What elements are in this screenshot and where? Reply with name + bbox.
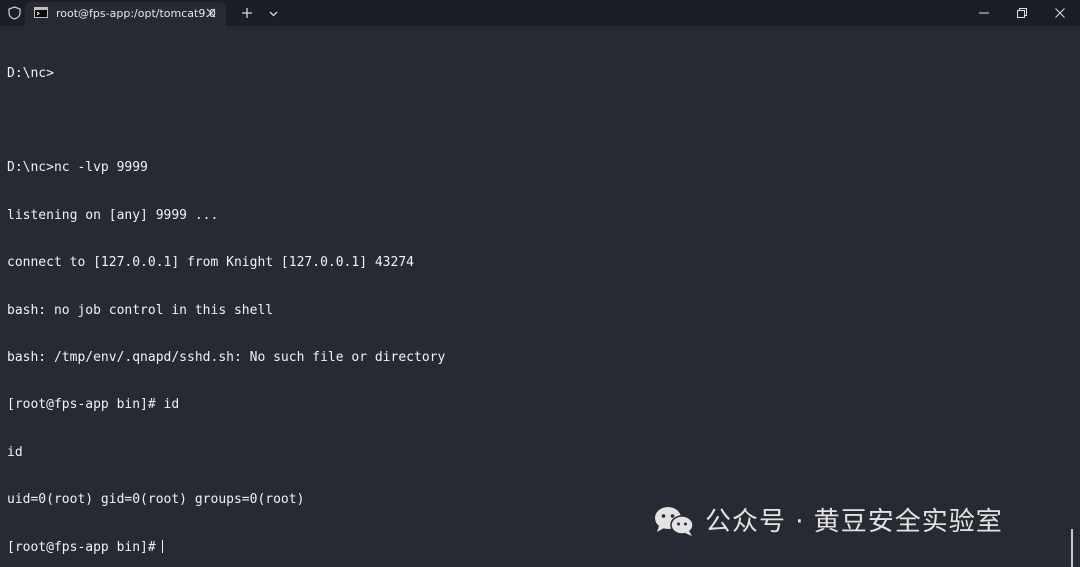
watermark: 公众号 · 黄豆安全实验室 [652,500,1052,544]
close-window-button[interactable] [1042,0,1078,26]
terminal-lines: D:\nc> D:\nc>nc -lvp 9999 listening on [… [7,34,445,567]
restore-icon [1017,8,1027,18]
minimize-button[interactable] [966,0,1002,26]
maximize-button[interactable] [1004,0,1040,26]
terminal-line: D:\nc>nc -lvp 9999 [7,160,148,176]
terminal-line: listening on [any] 9999 ... [7,207,219,223]
terminal-line: uid=0(root) gid=0(root) groups=0(root) [7,492,305,508]
terminal-line: connect to [127.0.0.1] from Knight [127.… [7,255,414,271]
shield-icon [8,6,21,20]
close-icon[interactable] [205,7,217,19]
title-bar: root@fps-app:/opt/tomcat9.0 [0,0,1080,26]
plus-icon[interactable] [240,6,254,20]
scrollbar[interactable] [1071,529,1073,567]
terminal-line: bash: /tmp/env/.qnapd/sshd.sh: No such f… [7,349,446,365]
terminal-window: root@fps-app:/opt/tomcat9.0 D:\nc> D:\nc… [0,0,1080,567]
close-icon [1055,8,1065,18]
minimize-icon [979,12,989,14]
terminal-output[interactable]: D:\nc> D:\nc>nc -lvp 9999 listening on [… [0,26,1080,567]
terminal-line: [root@fps-app bin]# id [7,397,180,413]
text-cursor [161,539,163,553]
chevron-down-icon[interactable] [268,8,279,19]
shell-prompt: [root@fps-app bin]# [7,539,156,555]
terminal-line: D:\nc> [7,65,54,81]
tab-title: root@fps-app:/opt/tomcat9.0 [56,7,216,20]
watermark-text: 公众号 · 黄豆安全实验室 [705,507,1003,537]
current-prompt-line[interactable]: [root@fps-app bin]# [7,539,445,556]
terminal-icon [34,7,48,18]
terminal-line: bash: no job control in this shell [7,302,274,318]
wechat-icon [655,507,694,536]
tab-terminal[interactable]: root@fps-app:/opt/tomcat9.0 [25,2,226,26]
terminal-line: id [7,444,23,460]
